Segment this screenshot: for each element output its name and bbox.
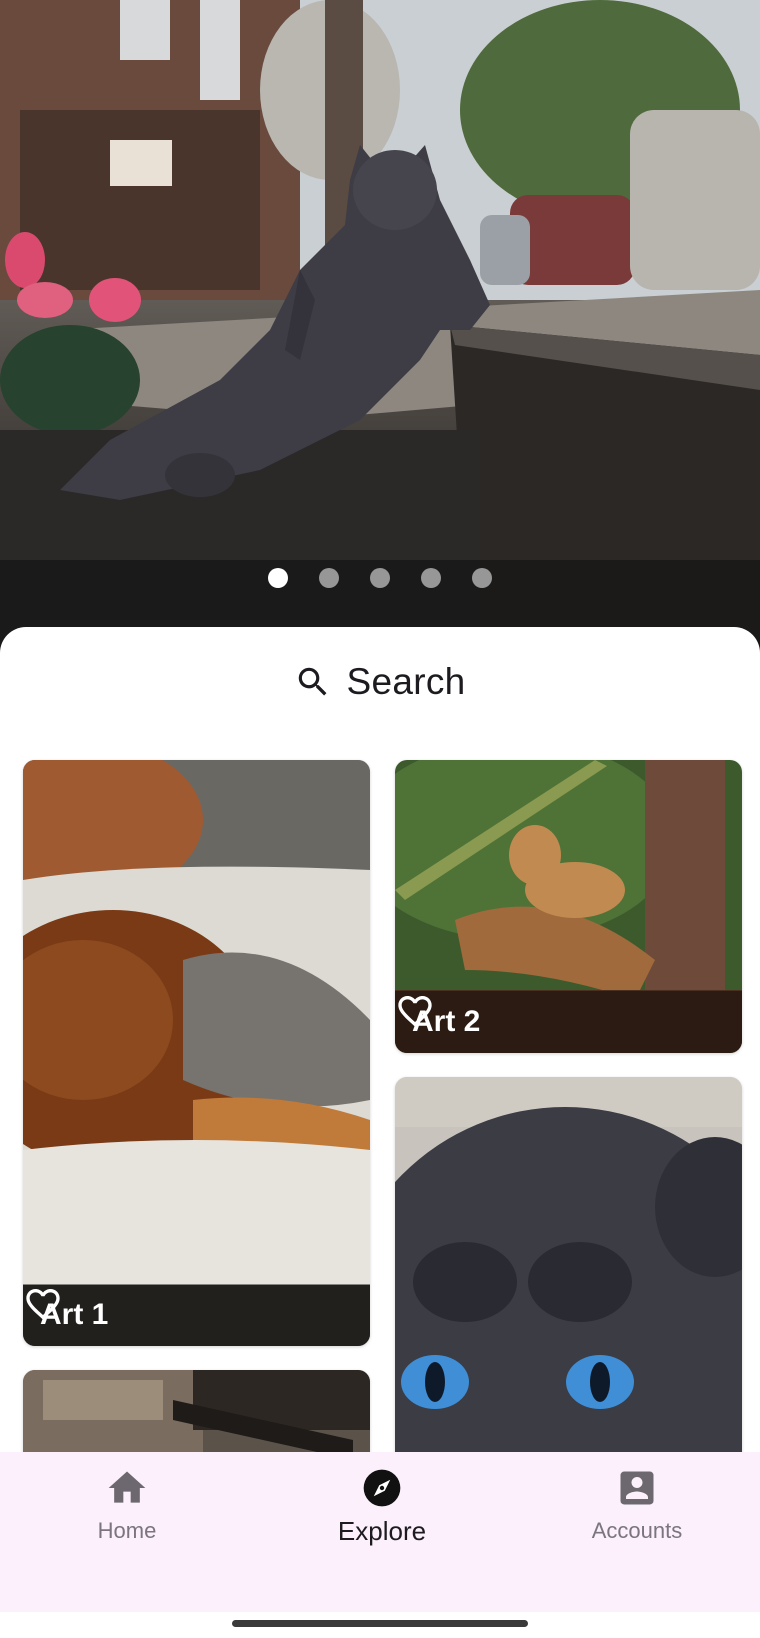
carousel-dot-3[interactable] (370, 568, 390, 588)
carousel-indicators (0, 568, 760, 588)
account-box-icon (620, 1471, 654, 1505)
heart-outline-icon[interactable] (23, 1284, 63, 1324)
home-icon (108, 1471, 146, 1503)
art-3-image (395, 1077, 742, 1497)
hero-carousel[interactable] (0, 0, 760, 660)
carousel-dot-4[interactable] (421, 568, 441, 588)
heart-outline-icon[interactable] (395, 991, 435, 1031)
nav-item-explore[interactable]: Explore (282, 1466, 482, 1556)
search-icon (299, 667, 327, 696)
art-card-2-footer: Art 2 (395, 991, 742, 1053)
art-card-2[interactable]: Art 2 (395, 760, 742, 1053)
art-card-1[interactable]: Art 1 (23, 760, 370, 1346)
nav-label-home: Home (97, 1518, 157, 1543)
carousel-dot-1[interactable] (268, 568, 288, 588)
nav-item-home[interactable]: Home (27, 1466, 227, 1556)
art-card-1-footer: Art 1 (23, 1284, 370, 1346)
nav-label-accounts: Accounts (591, 1518, 683, 1543)
art-card-3[interactable] (395, 1077, 742, 1497)
home-gesture-indicator[interactable] (232, 1620, 528, 1627)
bottom-navigation: Home Explore Accounts (0, 1452, 760, 1612)
search-label: Search (346, 661, 466, 702)
carousel-dot-5[interactable] (472, 568, 492, 588)
search-button[interactable]: Search (0, 657, 760, 707)
art-1-image (23, 760, 370, 1346)
nav-item-accounts[interactable]: Accounts (537, 1466, 737, 1556)
nav-label-explore: Explore (337, 1516, 427, 1546)
explore-compass-icon (363, 1469, 401, 1507)
hero-image (0, 0, 760, 660)
carousel-dot-2[interactable] (319, 568, 339, 588)
